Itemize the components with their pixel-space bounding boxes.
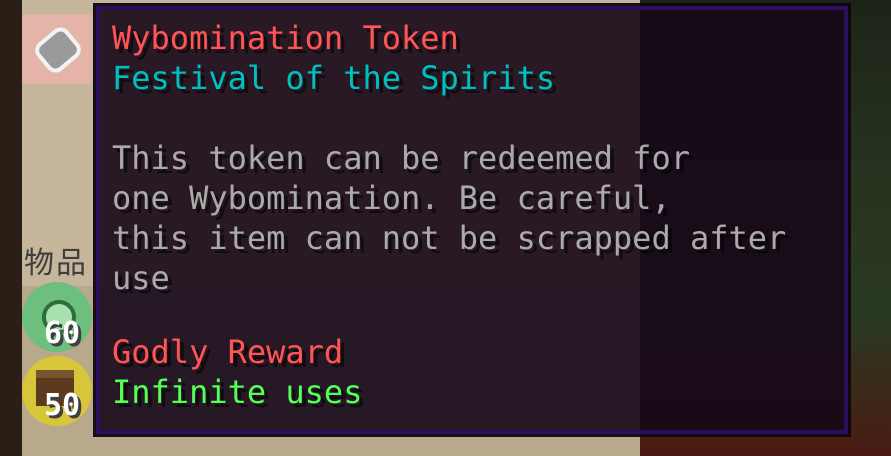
inventory-slot-token[interactable] bbox=[22, 14, 92, 84]
tooltip-description-line: This token can be redeemed for bbox=[112, 139, 690, 177]
tooltip-spacer bbox=[112, 98, 832, 138]
tooltip-description-line: this item can not be scrapped after bbox=[112, 219, 787, 257]
tooltip-uses: Infinite uses bbox=[112, 373, 363, 411]
item-count: 50 bbox=[44, 388, 81, 423]
game-screen: 物品 60 50 Wybomination Token Festival of … bbox=[0, 0, 891, 456]
tooltip-spacer bbox=[112, 298, 832, 332]
background-left bbox=[0, 0, 22, 456]
tooltip-title: Wybomination Token bbox=[112, 19, 459, 57]
category-label: 物品 bbox=[24, 246, 88, 281]
item-count: 60 bbox=[44, 316, 81, 351]
paperclip-token-icon bbox=[31, 23, 85, 77]
item-tooltip: Wybomination Token Festival of the Spiri… bbox=[93, 3, 851, 437]
tooltip-description-line: use bbox=[112, 259, 170, 297]
tooltip-rarity: Godly Reward bbox=[112, 333, 344, 371]
tooltip-subtitle: Festival of the Spirits bbox=[112, 59, 556, 97]
tooltip-description-line: one Wybomination. Be careful, bbox=[112, 179, 671, 217]
